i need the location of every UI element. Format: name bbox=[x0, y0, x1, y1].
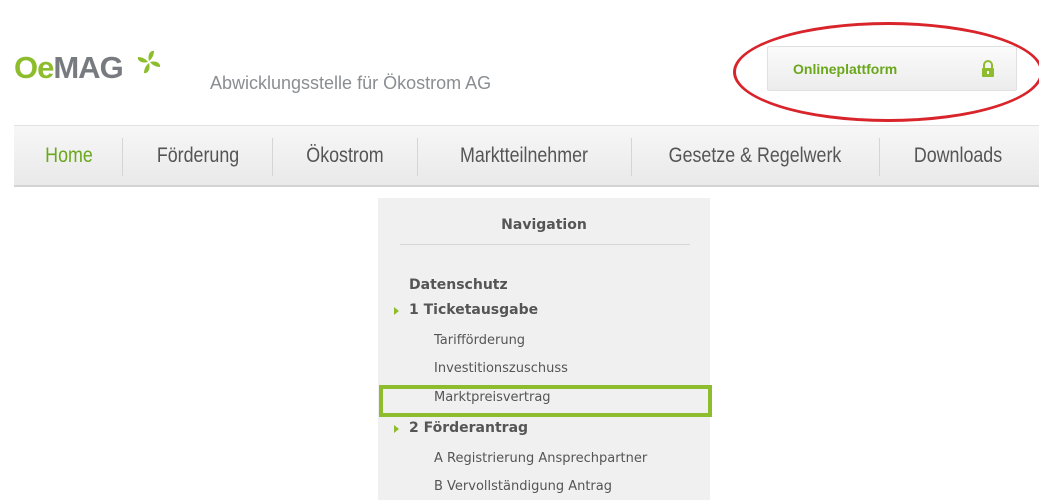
logo-oe: Oe bbox=[14, 50, 54, 85]
expand-arrow-icon bbox=[394, 307, 399, 315]
nav-divider bbox=[417, 138, 418, 176]
sidenav-item-tariffoerderung[interactable]: Tarifförderung bbox=[434, 333, 525, 348]
annotation-highlight-box bbox=[379, 385, 712, 417]
logo-mag: MAG bbox=[53, 50, 123, 85]
tagline: Abwicklungsstelle für Ökostrom AG bbox=[210, 73, 492, 93]
nav-item-gesetze[interactable]: Gesetze & Regelwerk bbox=[653, 126, 857, 186]
sidenav-item-ticketausgabe[interactable]: 1 Ticketausgabe bbox=[409, 302, 538, 318]
nav-divider bbox=[631, 138, 632, 176]
annotation-ellipse bbox=[733, 22, 1039, 122]
nav-item-home[interactable]: Home bbox=[31, 126, 108, 186]
nav-divider bbox=[272, 138, 273, 176]
sidenav-item-datenschutz[interactable]: Datenschutz bbox=[409, 277, 508, 293]
sidenav-item-foerderantrag[interactable]: 2 Förderantrag bbox=[409, 420, 528, 436]
oemag-logo[interactable]: OeMAG bbox=[14, 50, 161, 102]
side-navigation: Navigation Datenschutz 1 Ticketausgabe T… bbox=[378, 198, 710, 500]
nav-item-foerderung[interactable]: Förderung bbox=[137, 126, 259, 186]
nav-item-marktteilnehmer[interactable]: Marktteilnehmer bbox=[436, 126, 611, 186]
sidenav-title: Navigation bbox=[501, 217, 587, 233]
sidenav-item-vervollstaendigung[interactable]: B Vervollständigung Antrag bbox=[434, 479, 612, 494]
nav-divider bbox=[879, 138, 880, 176]
nav-item-downloads[interactable]: Downloads bbox=[894, 126, 1022, 186]
nav-divider bbox=[122, 138, 123, 176]
expand-arrow-icon bbox=[394, 425, 399, 433]
sidenav-divider bbox=[400, 244, 690, 245]
fan-icon bbox=[137, 50, 161, 74]
nav-item-oekostrom[interactable]: Ökostrom bbox=[286, 126, 403, 186]
sidenav-item-registrierung[interactable]: A Registrierung Ansprechpartner bbox=[434, 451, 647, 466]
main-navigation: Home Förderung Ökostrom Marktteilnehmer … bbox=[14, 125, 1039, 187]
sidenav-item-investitionszuschuss[interactable]: Investitionszuschuss bbox=[434, 361, 568, 376]
